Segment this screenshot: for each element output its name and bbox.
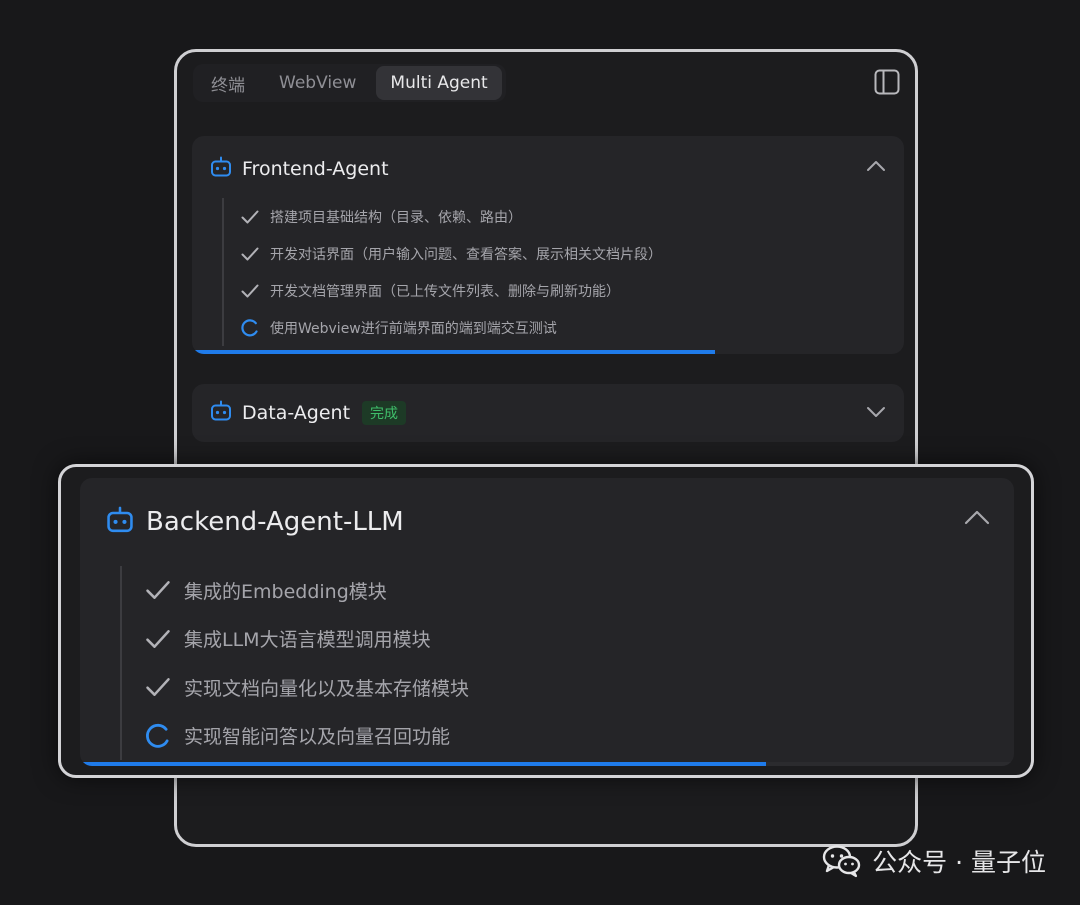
robot-icon bbox=[210, 400, 232, 426]
task-list: 集成的Embedding模块 集成LLM大语言模型调用模块 实现文档向量化以及基… bbox=[120, 566, 469, 760]
task-text: 开发对话界面（用户输入问题、查看答案、展示相关文档片段） bbox=[270, 246, 662, 263]
chevron-up-icon[interactable] bbox=[964, 510, 990, 529]
agent-card-data: Data-Agent 完成 bbox=[192, 384, 904, 442]
agent-card-header[interactable]: Backend-Agent-LLM bbox=[106, 502, 404, 542]
list-item: 实现文档向量化以及基本存储模块 bbox=[144, 663, 469, 712]
watermark: 公众号 · 量子位 bbox=[822, 843, 1046, 879]
loading-spinner-icon bbox=[240, 318, 260, 338]
task-list: 搭建项目基础结构（目录、依赖、路由） 开发对话界面（用户输入问题、查看答案、展示… bbox=[222, 198, 662, 346]
task-text: 实现文档向量化以及基本存储模块 bbox=[184, 677, 470, 700]
list-item: 集成LLM大语言模型调用模块 bbox=[144, 615, 469, 664]
wechat-icon bbox=[822, 845, 861, 878]
progress-bar bbox=[80, 762, 1014, 766]
chevron-down-icon[interactable] bbox=[866, 403, 886, 422]
tab-multi-agent[interactable]: Multi Agent bbox=[376, 66, 502, 100]
task-text: 搭建项目基础结构（目录、依赖、路由） bbox=[270, 209, 522, 226]
list-item: 开发对话界面（用户输入问题、查看答案、展示相关文档片段） bbox=[240, 235, 662, 272]
task-text: 使用Webview进行前端界面的端到端交互测试 bbox=[270, 320, 557, 337]
agent-card-frontend: Frontend-Agent 搭建项目基础结构（目录、依赖、路由） 开发对话界面… bbox=[192, 136, 904, 354]
task-text: 实现智能问答以及向量召回功能 bbox=[184, 726, 451, 749]
robot-icon bbox=[210, 156, 232, 182]
loading-spinner-icon bbox=[144, 722, 172, 750]
check-icon bbox=[144, 625, 172, 653]
zoomed-card-frame: Backend-Agent-LLM 集成的Embedding模块 集成LLM大语… bbox=[58, 464, 1034, 778]
tab-bar: 终端 WebView Multi Agent bbox=[193, 64, 506, 102]
sidebar-panel-icon[interactable] bbox=[873, 68, 901, 96]
status-badge: 完成 bbox=[362, 401, 407, 425]
task-text: 集成LLM大语言模型调用模块 bbox=[184, 629, 431, 652]
progress-bar bbox=[192, 350, 904, 354]
check-icon bbox=[240, 281, 260, 301]
list-item: 使用Webview进行前端界面的端到端交互测试 bbox=[240, 309, 662, 346]
agent-title: Data-Agent bbox=[242, 402, 351, 424]
progress-fill bbox=[192, 350, 716, 354]
check-icon bbox=[240, 207, 260, 227]
check-icon bbox=[240, 244, 260, 264]
task-text: 开发文档管理界面（已上传文件列表、删除与刷新功能） bbox=[270, 283, 620, 300]
task-text: 集成的Embedding模块 bbox=[184, 580, 387, 603]
agent-title: Frontend-Agent bbox=[242, 158, 389, 180]
agent-title: Backend-Agent-LLM bbox=[146, 507, 404, 537]
tab-terminal[interactable]: 终端 bbox=[197, 66, 259, 100]
tab-webview[interactable]: WebView bbox=[265, 66, 370, 100]
agent-card-backend: Backend-Agent-LLM 集成的Embedding模块 集成LLM大语… bbox=[80, 478, 1014, 766]
agent-card-header[interactable]: Frontend-Agent bbox=[210, 153, 389, 185]
list-item: 搭建项目基础结构（目录、依赖、路由） bbox=[240, 198, 662, 235]
list-item: 集成的Embedding模块 bbox=[144, 566, 469, 615]
check-icon bbox=[144, 673, 172, 701]
check-icon bbox=[144, 576, 172, 604]
chevron-up-icon[interactable] bbox=[866, 157, 886, 176]
agent-card-header[interactable]: Data-Agent 完成 bbox=[210, 397, 407, 429]
list-item: 开发文档管理界面（已上传文件列表、删除与刷新功能） bbox=[240, 272, 662, 309]
robot-icon bbox=[106, 506, 134, 538]
list-item: 实现智能问答以及向量召回功能 bbox=[144, 712, 469, 761]
watermark-text: 公众号 · 量子位 bbox=[872, 848, 1046, 877]
progress-fill bbox=[80, 762, 767, 766]
